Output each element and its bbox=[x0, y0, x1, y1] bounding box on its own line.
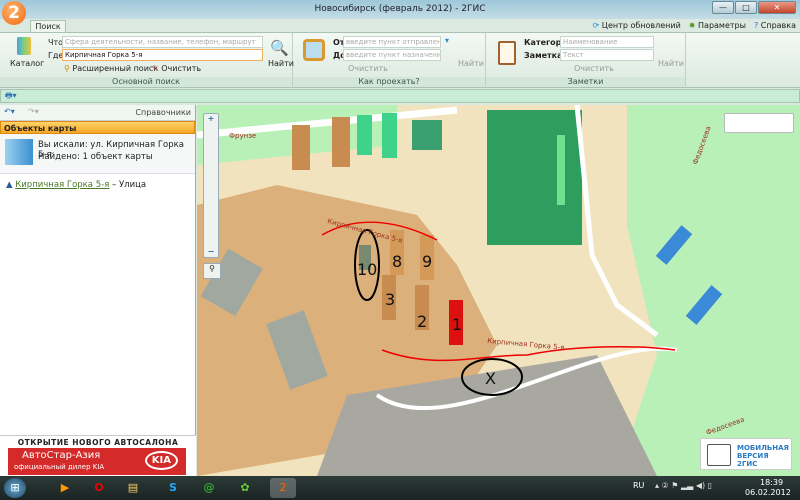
map-view[interactable]: Фрунзе Кирпичная Горка 5-я Кирпичная Гор… bbox=[197, 105, 800, 476]
handwritten-mark: 10 bbox=[357, 260, 377, 279]
zoom-area-icon[interactable]: ⚲ bbox=[203, 263, 221, 279]
advertisement-banner[interactable]: ОТКРЫТИЕ НОВОГО АВТОСАЛОНА АвтоСтар-Азия… bbox=[0, 435, 196, 476]
building-icon bbox=[5, 139, 33, 165]
map-layers-toolbar[interactable] bbox=[724, 113, 794, 133]
result-link[interactable]: Кирпичная Горка 5-я bbox=[15, 180, 109, 190]
clipboard-icon bbox=[498, 41, 516, 65]
2gis-taskbar-icon[interactable]: 2 bbox=[270, 478, 296, 498]
start-button[interactable]: ⊞ bbox=[4, 478, 26, 498]
group-label: Заметки bbox=[486, 77, 685, 87]
handwritten-mark: 3 bbox=[385, 290, 395, 309]
catalog-button[interactable]: Каталог bbox=[10, 59, 44, 68]
kia-logo: KIA bbox=[144, 451, 178, 470]
what-input[interactable]: Сфера деятельности, название, телефон, м… bbox=[62, 36, 263, 48]
handwritten-mark: X bbox=[485, 369, 496, 388]
zoom-in-button[interactable]: + bbox=[204, 114, 218, 123]
ad-sub: официальный дилер KIA bbox=[14, 463, 105, 471]
group-label: Основной поиск bbox=[0, 77, 292, 87]
ad-headline: ОТКРЫТИЕ НОВОГО АВТОСАЛОНА bbox=[17, 438, 179, 447]
phone-icon bbox=[707, 444, 731, 466]
where-input[interactable]: Кирпичная Горка 5-я bbox=[62, 49, 263, 61]
explorer-icon[interactable]: ▤ bbox=[120, 478, 146, 498]
handwritten-mark: 1 bbox=[452, 315, 462, 334]
directories-dropdown[interactable]: Справочники bbox=[135, 108, 191, 117]
street-icon: ▲ bbox=[6, 180, 13, 190]
print-icon[interactable]: 🖶▾ bbox=[5, 90, 17, 104]
panel-header: Объекты карты bbox=[0, 121, 195, 134]
gear-icon: ✹ bbox=[688, 21, 696, 30]
skype-icon[interactable]: S bbox=[160, 478, 186, 498]
badge-line: МОБИЛЬНАЯ bbox=[737, 444, 789, 452]
clear-notes-button[interactable]: Очистить bbox=[574, 64, 614, 73]
updates-link[interactable]: ⟳ Центр обновлений bbox=[593, 21, 681, 30]
main-search-group: Каталог Что Сфера деятельности, название… bbox=[0, 33, 294, 88]
left-panel: ↶▾ ↷▾ Справочники Объекты карты Вы искал… bbox=[0, 105, 196, 435]
minimize-button[interactable]: — bbox=[712, 1, 734, 14]
notes-group: Категория Наименование Заметка Текст Очи… bbox=[486, 33, 686, 88]
taskbar: ⊞ ▶ O ▤ S @ ✿ 2 RU ▴ ② ⚑ ▂▃ ◀) ▯ 18:39 0… bbox=[0, 476, 800, 500]
note-input[interactable]: Текст bbox=[560, 49, 654, 61]
catalog-icon bbox=[17, 37, 31, 55]
to-input[interactable]: введите пункт назначения bbox=[343, 49, 441, 61]
refresh-icon: ⟳ bbox=[592, 21, 600, 30]
clear-search-button[interactable]: ✎ Очистить bbox=[152, 64, 201, 73]
icq-icon[interactable]: ✿ bbox=[232, 478, 258, 498]
settings-link[interactable]: ✹ Параметры bbox=[689, 21, 746, 30]
zoom-slider[interactable]: + − bbox=[203, 113, 219, 258]
clock-date[interactable]: 06.02.2012 bbox=[745, 488, 791, 497]
title-bar: Новосибирск (февраль 2012) - 2ГИС — □ ✕ bbox=[0, 0, 800, 19]
handwritten-mark: 9 bbox=[422, 252, 432, 271]
clock-time[interactable]: 18:39 bbox=[760, 478, 783, 487]
note-label: Заметка bbox=[524, 51, 563, 60]
close-button[interactable]: ✕ bbox=[758, 1, 796, 14]
group-label: Как проехать? bbox=[293, 77, 485, 87]
maximize-button[interactable]: □ bbox=[735, 1, 757, 14]
map-canvas[interactable]: Фрунзе Кирпичная Горка 5-я Кирпичная Гор… bbox=[197, 105, 800, 476]
mobile-version-badge[interactable]: МОБИЛЬНАЯ ВЕРСИЯ 2ГИС bbox=[700, 438, 792, 470]
ribbon: Каталог Что Сфера деятельности, название… bbox=[0, 32, 800, 88]
pin-icon: ▾ bbox=[445, 36, 450, 45]
street-label: Фрунзе bbox=[229, 132, 256, 140]
from-input[interactable]: введите пункт отправления bbox=[343, 36, 441, 48]
ad-brand: АвтоСтар-Азия bbox=[22, 450, 101, 461]
search-icon: 🔍 bbox=[270, 39, 289, 57]
app-logo[interactable]: 2 bbox=[2, 1, 26, 25]
route-group: От введите пункт отправления До введите … bbox=[293, 33, 486, 88]
find-notes-button[interactable]: Найти bbox=[658, 59, 684, 68]
opera-icon[interactable]: O bbox=[86, 478, 112, 498]
window-title: Новосибирск (февраль 2012) - 2ГИС bbox=[314, 4, 486, 14]
eraser-icon: ✎ bbox=[152, 64, 159, 73]
found-text: Найдено: 1 объект карты bbox=[38, 152, 153, 162]
find-route-button[interactable]: Найти bbox=[458, 59, 484, 68]
what-label: Что bbox=[48, 38, 64, 47]
mail-agent-icon[interactable]: @ bbox=[196, 478, 222, 498]
help-icon: ? bbox=[753, 21, 759, 30]
help-link[interactable]: ? Справка bbox=[754, 21, 796, 30]
quick-access-toolbar: 🖶▾ bbox=[0, 89, 800, 103]
tray-icons[interactable]: ▴ ② ⚑ ▂▃ ◀) ▯ bbox=[655, 481, 712, 490]
find-button[interactable]: Найти bbox=[268, 59, 294, 68]
forward-icon[interactable]: ↷▾ bbox=[28, 107, 39, 116]
handwritten-mark: 2 bbox=[417, 312, 427, 331]
stadium bbox=[487, 110, 582, 245]
clear-route-button[interactable]: Очистить bbox=[348, 64, 388, 73]
category-select[interactable]: Наименование bbox=[560, 36, 654, 48]
media-player-icon[interactable]: ▶ bbox=[52, 478, 78, 498]
result-type: – Улица bbox=[112, 180, 147, 190]
handwritten-mark: 8 bbox=[392, 252, 402, 271]
magnifier-plus-icon: ⚲ bbox=[64, 64, 70, 73]
language-indicator[interactable]: RU bbox=[633, 481, 644, 490]
advanced-search-button[interactable]: ⚲ Расширенный поиск bbox=[64, 64, 158, 73]
zoom-out-button[interactable]: − bbox=[204, 247, 218, 256]
back-icon[interactable]: ↶▾ bbox=[4, 107, 15, 116]
route-icon bbox=[303, 39, 325, 61]
badge-line: ВЕРСИЯ 2ГИС bbox=[737, 452, 769, 468]
